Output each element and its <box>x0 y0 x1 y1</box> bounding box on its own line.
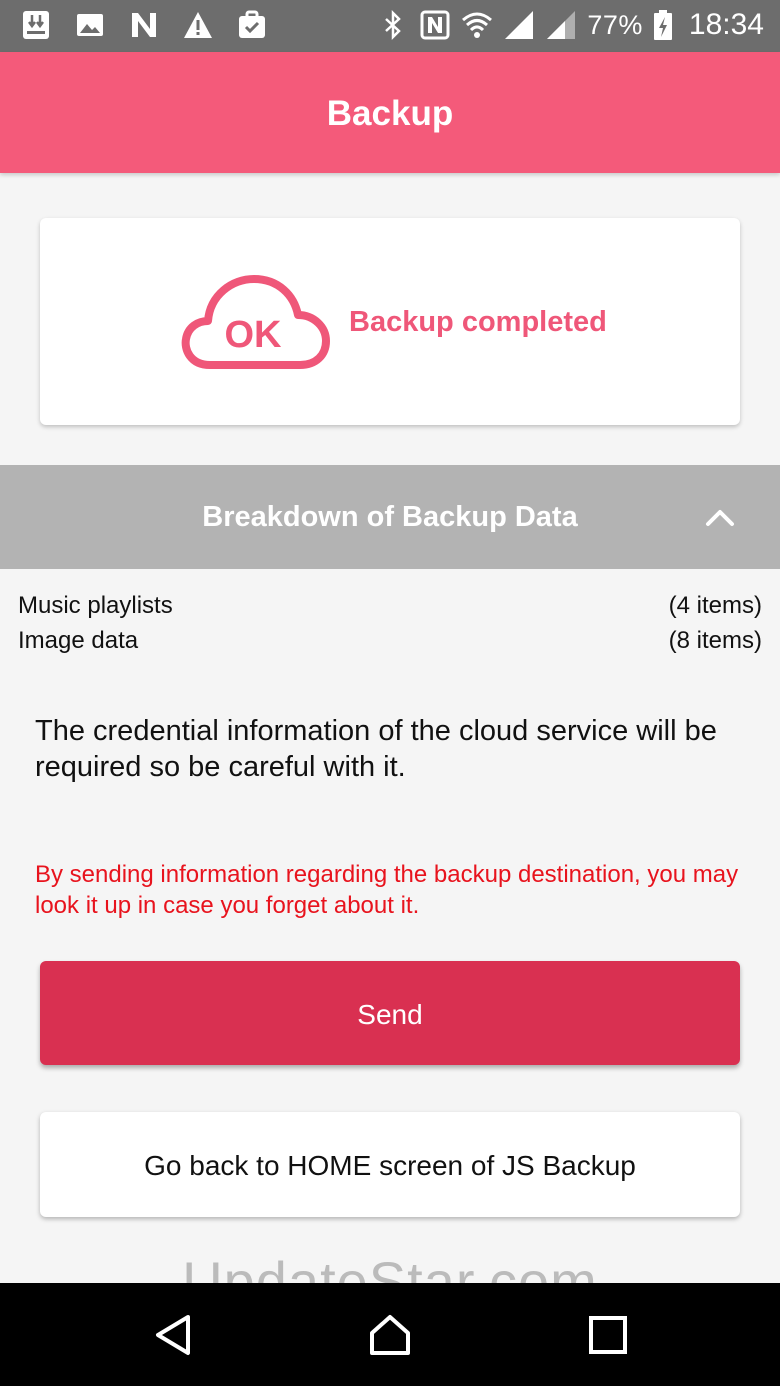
app-bar: Backup <box>0 52 780 173</box>
backup-result-card: OK Backup completed <box>40 218 740 425</box>
signal-icon <box>505 11 534 39</box>
list-item: Music playlists (4 items) <box>18 592 762 620</box>
cloud-ok-icon: OK <box>181 275 330 369</box>
breakdown-header[interactable]: Breakdown of Backup Data <box>0 465 780 569</box>
home-button-label: Go back to HOME screen of JS Backup <box>144 1150 636 1181</box>
breakdown-title: Breakdown of Backup Data <box>202 501 578 533</box>
nfc-icon <box>420 10 450 40</box>
send-button-label: Send <box>357 999 423 1030</box>
clipboard-icon <box>239 10 265 38</box>
wifi-icon <box>462 12 493 38</box>
backup-status-text: Backup completed <box>349 306 607 338</box>
item-label: Music playlists <box>18 592 173 619</box>
system-icons: 77% 18:34 <box>377 8 764 42</box>
clock: 18:34 <box>688 8 764 41</box>
page-title: Backup <box>326 94 454 133</box>
download-icon <box>23 11 49 39</box>
navigation-bar <box>0 1283 780 1386</box>
battery-icon <box>653 10 672 40</box>
warning-text: By sending information regarding the bac… <box>35 861 739 919</box>
bluetooth-icon <box>385 9 402 41</box>
item-count: (8 items) <box>668 627 762 654</box>
notification-icons <box>20 9 268 41</box>
signal-secondary-icon <box>547 11 576 39</box>
status-bar: 77% 18:34 <box>0 0 780 52</box>
send-button[interactable]: Send <box>40 961 740 1065</box>
cloud-ok-text: OK <box>225 314 283 356</box>
recent-apps-icon[interactable] <box>586 1313 630 1357</box>
back-icon[interactable] <box>152 1313 196 1357</box>
battery-percentage: 77% <box>587 9 643 40</box>
chevron-up-icon[interactable] <box>703 502 737 532</box>
image-icon <box>77 14 103 36</box>
home-icon[interactable] <box>368 1313 412 1357</box>
item-count: (4 items) <box>668 592 762 619</box>
item-label: Image data <box>18 627 139 654</box>
list-item: Image data (8 items) <box>18 627 762 655</box>
n-app-icon <box>132 13 156 37</box>
home-button[interactable]: Go back to HOME screen of JS Backup <box>40 1112 740 1217</box>
warning-icon <box>184 12 212 38</box>
credential-notice: The credential information of the cloud … <box>35 715 717 783</box>
